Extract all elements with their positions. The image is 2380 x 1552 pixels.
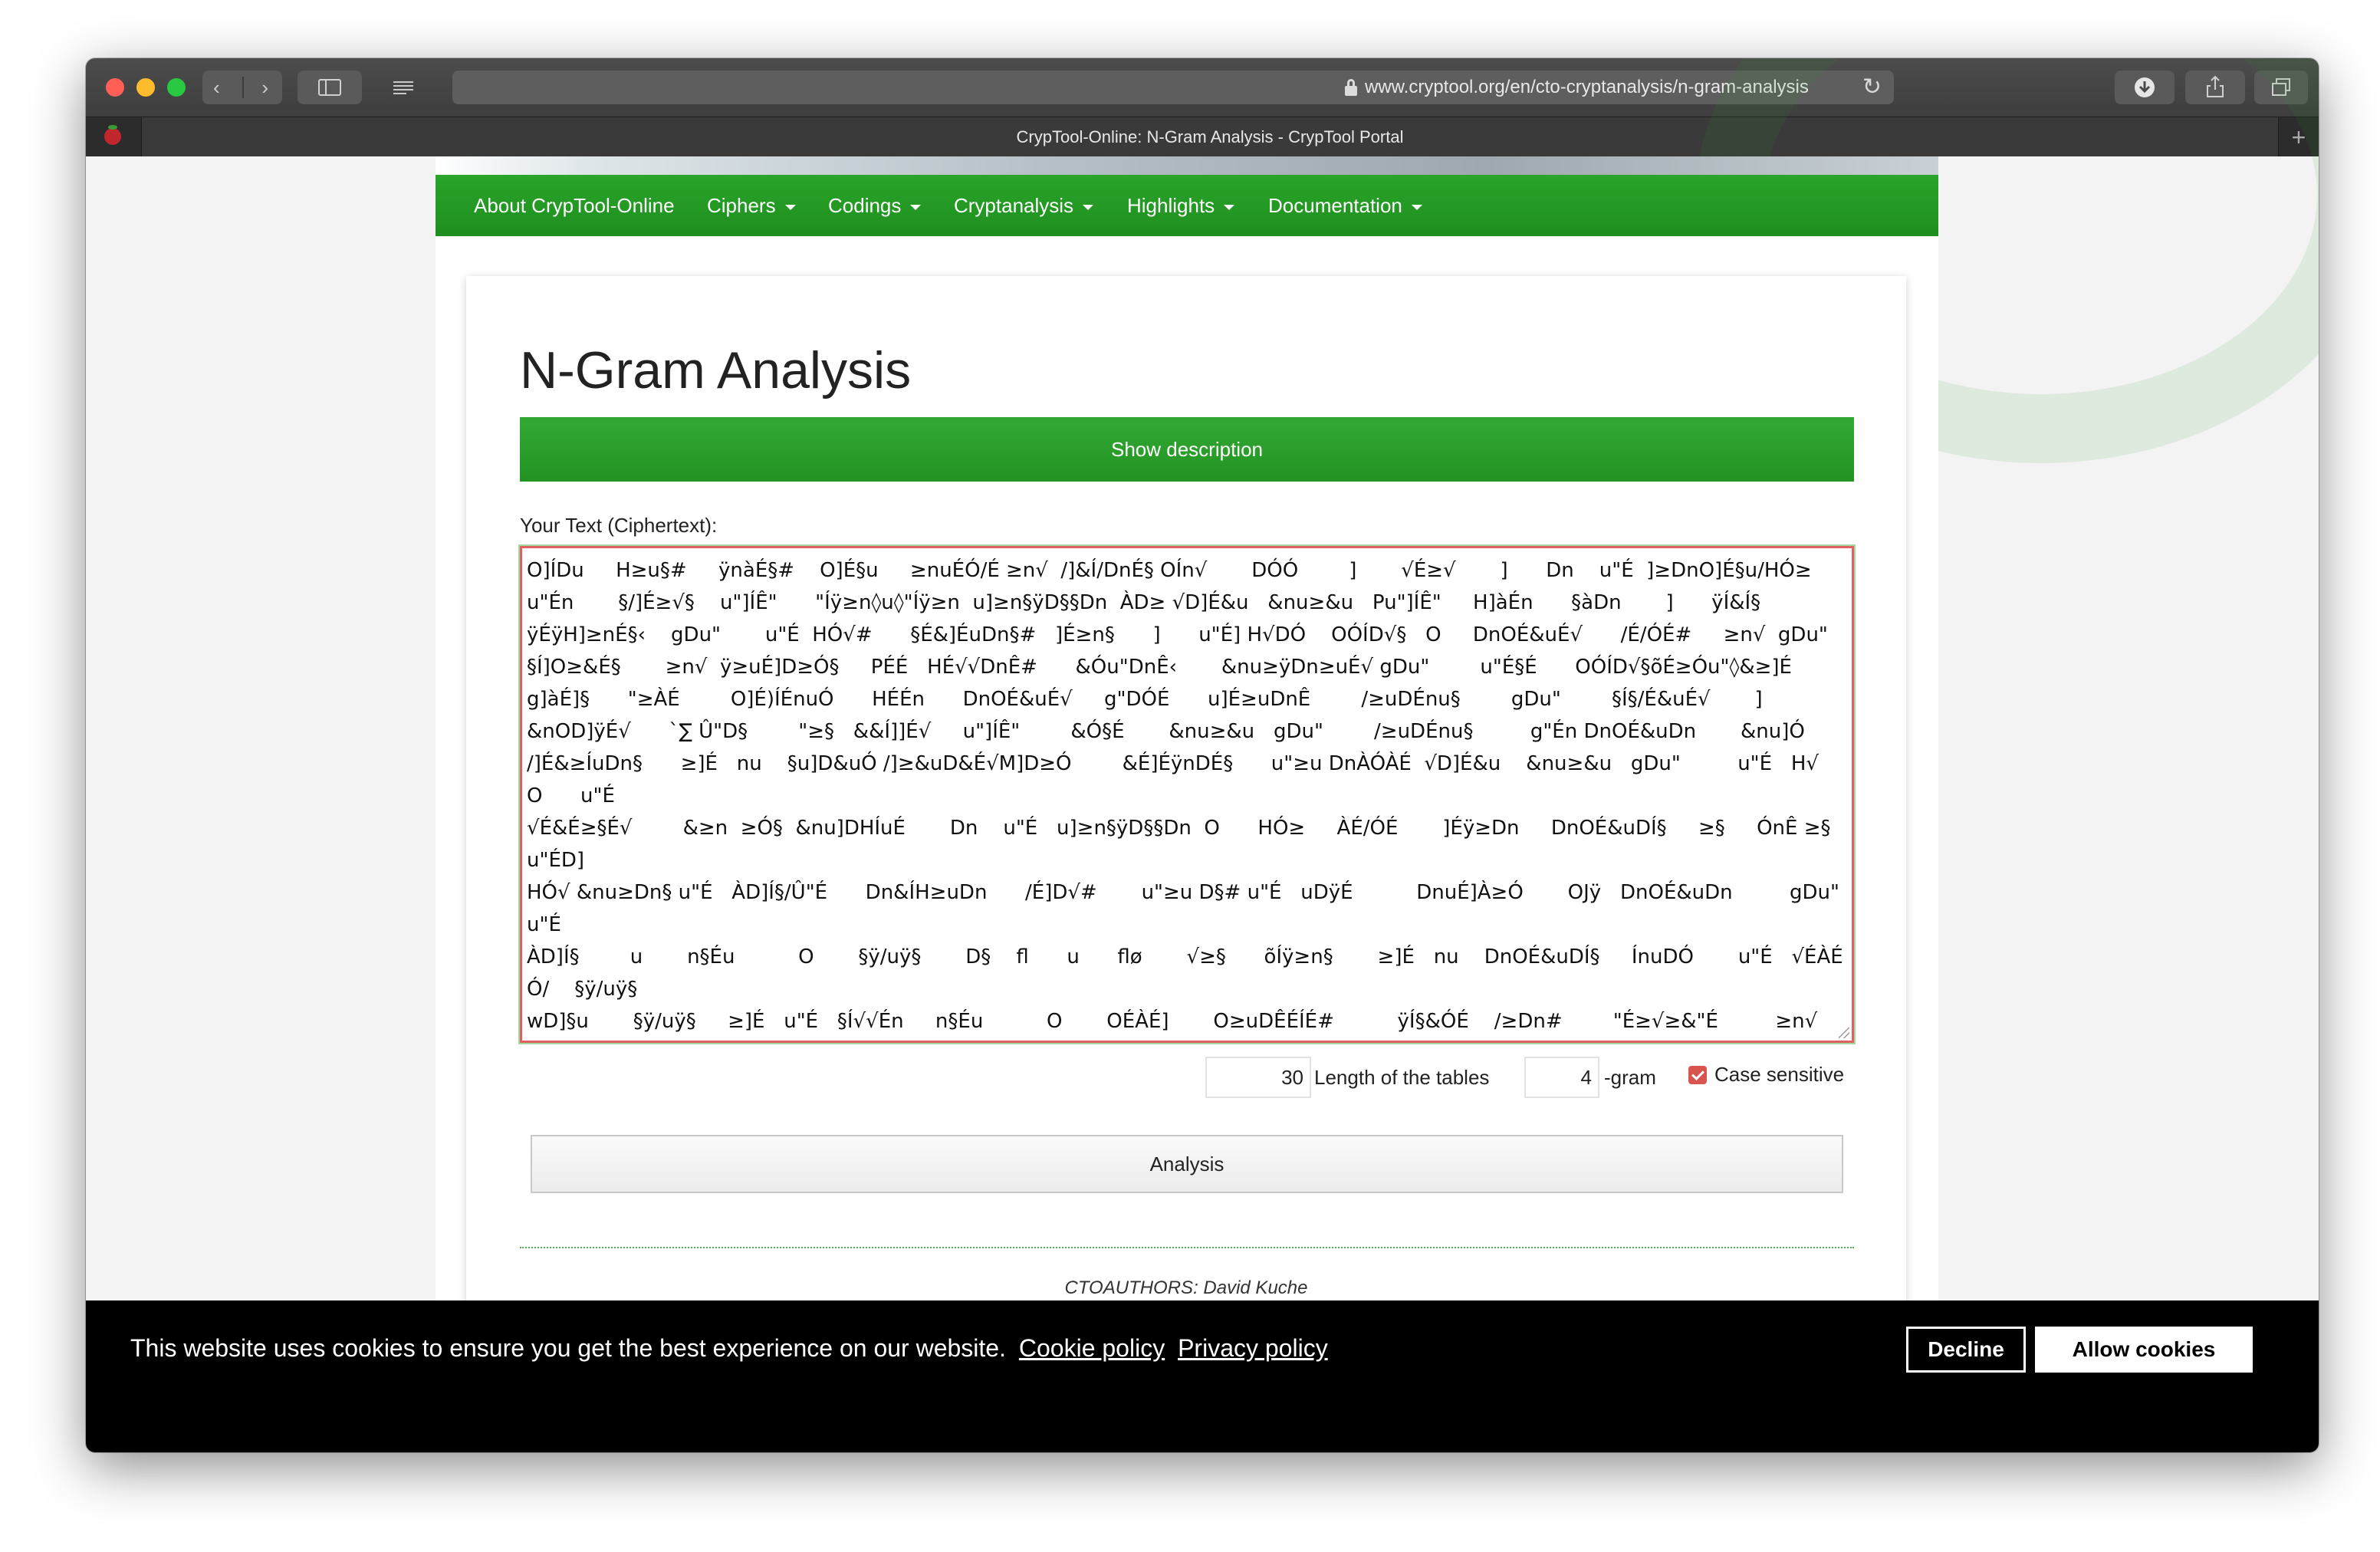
ciphertext-label: Your Text (Ciphertext): (520, 514, 718, 537)
cryptool-favicon-icon (104, 125, 121, 145)
case-sensitive-checkbox[interactable] (1688, 1066, 1707, 1084)
sidebar-toggle-button[interactable] (298, 71, 362, 104)
show-description-button[interactable]: Show description (520, 417, 1854, 482)
privacy-policy-link[interactable]: Privacy policy (1178, 1334, 1328, 1362)
nav-about[interactable]: About CrypTool-Online (474, 175, 675, 236)
resize-handle-icon[interactable] (1839, 1028, 1849, 1038)
page-title: N-Gram Analysis (520, 341, 912, 400)
reader-button[interactable] (371, 71, 436, 104)
browser-window: ‹ › www.cryptool.org/en/cto-cryptanalysi… (86, 58, 2319, 1452)
minimize-window-button[interactable] (136, 78, 155, 97)
analysis-button[interactable]: Analysis (531, 1135, 1843, 1193)
nav-cryptanalysis[interactable]: Cryptanalysis (954, 175, 1094, 236)
ciphertext-content: O]ÍDu H≥u§# ÿnàÉ§# O]É§u ≥nuÉÓ/É ≥n√ /]&… (527, 559, 1843, 1033)
authors-credit: CTOAUTHORS: David Kuche (1064, 1277, 1308, 1298)
nav-ciphers[interactable]: Ciphers (707, 175, 796, 236)
nav-documentation-label: Documentation (1268, 194, 1402, 217)
content-card: N-Gram Analysis Show description Your Te… (466, 276, 1906, 1452)
table-length-input[interactable]: 30 (1205, 1057, 1311, 1098)
maximize-window-button[interactable] (167, 78, 186, 97)
nav-highlights-label: Highlights (1127, 194, 1215, 217)
decline-cookies-button[interactable]: Decline (1906, 1327, 2026, 1373)
caret-down-icon (1224, 204, 1235, 210)
caret-down-icon (1083, 204, 1094, 210)
cookie-message-text: This website uses cookies to ensure you … (130, 1334, 1006, 1362)
ngram-size-input[interactable]: 4 (1524, 1057, 1599, 1098)
cookie-consent-bar: This website uses cookies to ensure you … (86, 1300, 2319, 1452)
page-container: About CrypTool-Online Ciphers Codings Cr… (436, 156, 1938, 1452)
nav-codings[interactable]: Codings (828, 175, 922, 236)
caret-down-icon (1411, 204, 1422, 210)
nav-about-label: About CrypTool-Online (474, 194, 675, 217)
ngram-label: -gram (1604, 1066, 1656, 1089)
case-sensitive-label: Case sensitive (1714, 1063, 1845, 1086)
header-image (436, 156, 1938, 175)
back-forward-buttons: ‹ › (202, 71, 282, 104)
back-arrow-icon[interactable]: ‹ (213, 71, 220, 104)
table-length-label: Length of the tables (1314, 1066, 1490, 1089)
sidebar-icon (318, 79, 341, 96)
close-window-button[interactable] (106, 78, 124, 97)
nav-ciphers-label: Ciphers (707, 194, 776, 217)
main-navbar: About CrypTool-Online Ciphers Codings Cr… (436, 175, 1938, 236)
cookie-message: This website uses cookies to ensure you … (130, 1300, 1328, 1396)
nav-codings-label: Codings (828, 194, 902, 217)
nav-documentation[interactable]: Documentation (1268, 175, 1422, 236)
page-viewport: About CrypTool-Online Ciphers Codings Cr… (86, 58, 2319, 1452)
cookie-policy-link[interactable]: Cookie policy (1019, 1334, 1165, 1362)
lock-icon (1345, 79, 1357, 96)
caret-down-icon (784, 204, 796, 210)
ciphertext-textarea[interactable]: O]ÍDu H≥u§# ÿnàÉ§# O]É§u ≥nuÉÓ/É ≥n√ /]&… (520, 546, 1854, 1043)
divider (520, 1247, 1854, 1248)
nav-cryptanalysis-label: Cryptanalysis (954, 194, 1074, 217)
nav-highlights[interactable]: Highlights (1127, 175, 1235, 236)
reader-icon (393, 81, 413, 94)
allow-cookies-button[interactable]: Allow cookies (2035, 1327, 2253, 1373)
forward-arrow-icon[interactable]: › (261, 71, 268, 104)
address-bar[interactable]: www.cryptool.org/en/cto-cryptanalysis/n-… (452, 71, 1894, 104)
caret-down-icon (910, 204, 922, 210)
